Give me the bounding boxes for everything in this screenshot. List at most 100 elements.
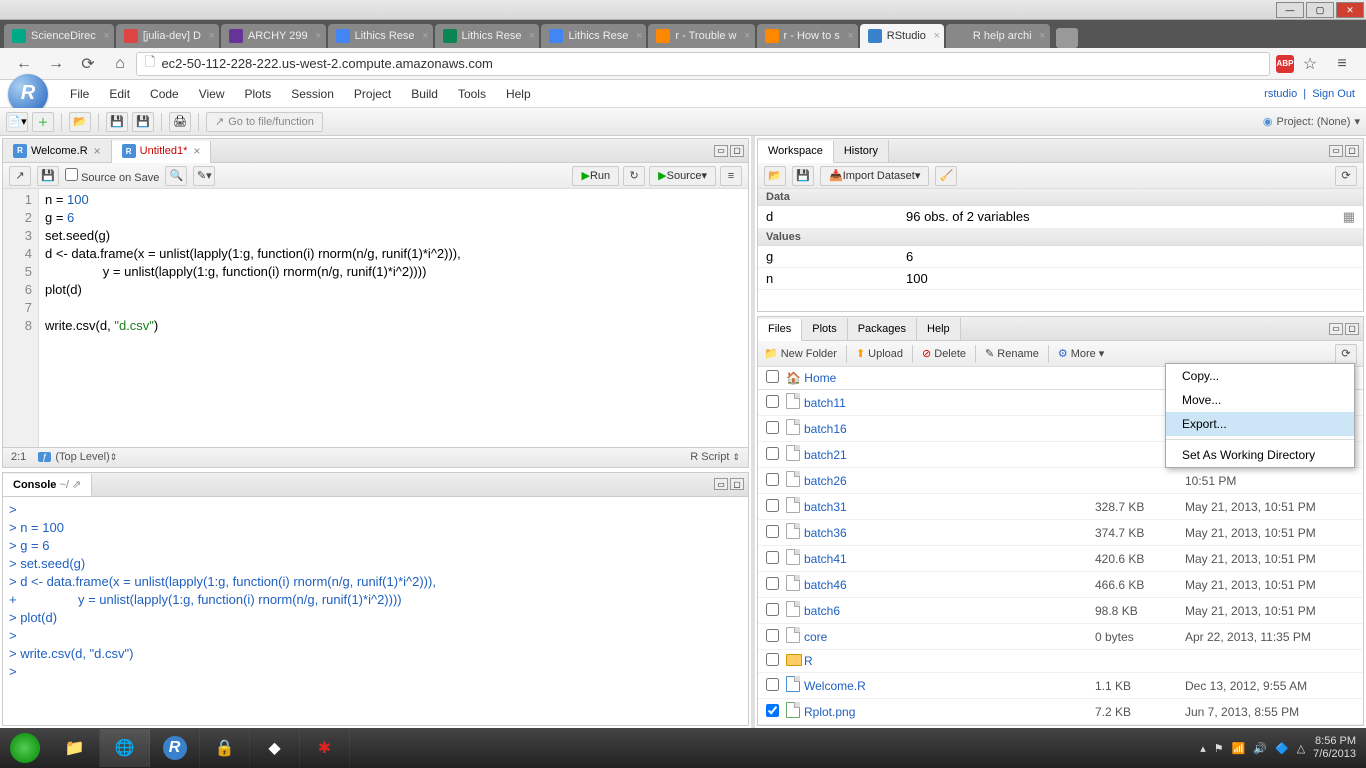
file-checkbox[interactable] — [766, 421, 779, 434]
goto-file-input[interactable]: ↗ Go to file/function — [206, 112, 323, 132]
tray-up-icon[interactable]: ▴ — [1200, 742, 1206, 755]
browser-tab[interactable]: ARCHY 299× — [221, 24, 326, 48]
run-button[interactable]: ▶ Run — [572, 166, 619, 186]
more-menu-item[interactable]: Set As Working Directory — [1166, 443, 1354, 467]
pane-minimize-icon[interactable]: ▭ — [1329, 145, 1343, 157]
back-button[interactable]: ← — [14, 54, 34, 74]
clear-workspace-button[interactable]: 🧹 — [935, 166, 957, 186]
new-tab-button[interactable] — [1056, 28, 1078, 48]
source-tab[interactable]: RWelcome.R× — [3, 140, 112, 162]
menu-help[interactable]: Help — [496, 87, 541, 101]
rstudio-link[interactable]: rstudio — [1264, 88, 1297, 100]
chrome-taskbar-icon[interactable]: 🌐 — [100, 729, 150, 767]
file-checkbox[interactable] — [766, 629, 779, 642]
new-file-button[interactable]: 📄▾ — [6, 112, 28, 132]
delete-button[interactable]: ⊘Delete — [922, 347, 966, 360]
pane-maximize-icon[interactable]: ▢ — [1345, 323, 1359, 335]
tab-packages[interactable]: Packages — [848, 318, 917, 340]
file-checkbox[interactable] — [766, 551, 779, 564]
tray-drive-icon[interactable]: △ — [1297, 742, 1305, 755]
more-button[interactable]: ⚙More▾ — [1058, 347, 1104, 360]
workspace-value-row[interactable]: g6 — [758, 246, 1363, 268]
workspace-value-row[interactable]: n100 — [758, 268, 1363, 290]
browser-tab[interactable]: Lithics Rese× — [328, 24, 433, 48]
pane-maximize-icon[interactable]: ▢ — [730, 145, 744, 157]
save-all-button[interactable]: 💾 — [132, 112, 154, 132]
file-checkbox[interactable] — [766, 704, 779, 717]
new-folder-button[interactable]: 📁New Folder — [764, 347, 837, 360]
file-name[interactable]: batch16 — [804, 422, 1095, 436]
explorer-taskbar-icon[interactable]: 📁 — [50, 729, 100, 767]
add-button[interactable]: ＋ — [32, 112, 54, 132]
file-name[interactable]: Rplot.png — [804, 705, 1095, 719]
file-row[interactable]: batch26 10:51 PM — [758, 468, 1363, 494]
home-icon[interactable]: 🏠 — [786, 371, 801, 385]
more-menu-item[interactable]: Move... — [1166, 388, 1354, 412]
file-checkbox[interactable] — [766, 525, 779, 538]
console-tab[interactable]: Console ~/ ⇗ — [3, 474, 92, 496]
pane-minimize-icon[interactable]: ▭ — [714, 145, 728, 157]
file-name[interactable]: batch26 — [804, 474, 1095, 488]
save-file-button[interactable]: 💾 — [37, 166, 59, 186]
file-name[interactable]: batch36 — [804, 526, 1095, 540]
file-name[interactable]: core — [804, 630, 1095, 644]
file-row[interactable]: Rplot.png 7.2 KB Jun 7, 2013, 8:55 PM — [758, 699, 1363, 725]
tray-flag-icon[interactable]: ⚑ — [1214, 742, 1224, 755]
file-name[interactable]: batch46 — [804, 578, 1095, 592]
file-row[interactable]: batch6 98.8 KB May 21, 2013, 10:51 PM — [758, 598, 1363, 624]
find-button[interactable]: 🔍 — [165, 166, 187, 186]
home-link[interactable]: Home — [804, 371, 836, 385]
pane-maximize-icon[interactable]: ▢ — [730, 478, 744, 490]
open-folder-button[interactable]: 📂 — [69, 112, 91, 132]
pane-maximize-icon[interactable]: ▢ — [1345, 145, 1359, 157]
address-bar[interactable]: 🗋 ec2-50-112-228-222.us-west-2.compute.a… — [136, 52, 1270, 76]
browser-tab[interactable]: r - How to s× — [757, 24, 858, 48]
more-menu-item[interactable]: Export... — [1166, 412, 1354, 436]
project-selector[interactable]: ◉ Project: (None) ▾ — [1263, 115, 1360, 128]
file-checkbox[interactable] — [766, 603, 779, 616]
file-checkbox[interactable] — [766, 577, 779, 590]
window-maximize-button[interactable]: ▢ — [1306, 2, 1334, 18]
wand-button[interactable]: ✎▾ — [193, 166, 215, 186]
inkscape-taskbar-icon[interactable]: ◆ — [250, 729, 300, 767]
file-checkbox[interactable] — [766, 499, 779, 512]
menu-edit[interactable]: Edit — [99, 87, 140, 101]
more-menu-item[interactable]: Copy... — [1166, 364, 1354, 388]
browser-tab[interactable]: Lithics Rese× — [435, 24, 540, 48]
tray-sync-icon[interactable]: 🔷 — [1275, 742, 1289, 755]
popout-button[interactable]: ↗ — [9, 166, 31, 186]
tray-volume-icon[interactable]: 🔊 — [1253, 742, 1267, 755]
sign-out-link[interactable]: Sign Out — [1312, 88, 1355, 100]
files-refresh-button[interactable]: ⟳ — [1335, 344, 1357, 364]
browser-tab[interactable]: r - Trouble w× — [648, 24, 754, 48]
abp-extension-icon[interactable]: ABP — [1276, 55, 1294, 73]
file-name[interactable]: batch6 — [804, 604, 1095, 618]
file-row[interactable]: batch46 466.6 KB May 21, 2013, 10:51 PM — [758, 572, 1363, 598]
file-name[interactable]: batch41 — [804, 552, 1095, 566]
rename-button[interactable]: ✎Rename — [985, 347, 1039, 360]
select-all-checkbox[interactable] — [766, 370, 779, 383]
file-row[interactable]: R — [758, 650, 1363, 673]
upload-button[interactable]: ⬆Upload — [856, 347, 903, 360]
file-row[interactable]: core 0 bytes Apr 22, 2013, 11:35 PM — [758, 624, 1363, 650]
menu-code[interactable]: Code — [140, 87, 189, 101]
file-name[interactable]: batch11 — [804, 396, 1095, 410]
menu-file[interactable]: File — [60, 87, 99, 101]
menu-view[interactable]: View — [189, 87, 235, 101]
browser-tab[interactable]: ScienceDirec× — [4, 24, 114, 48]
reload-button[interactable]: ⟳ — [78, 54, 98, 74]
app-taskbar-icon[interactable]: 🔒 — [200, 729, 250, 767]
code-editor[interactable]: 12345678 n = 100 g = 6 set.seed(g) d <- … — [3, 189, 748, 447]
menu-plots[interactable]: Plots — [235, 87, 282, 101]
file-checkbox[interactable] — [766, 395, 779, 408]
clock[interactable]: 8:56 PM 7/6/2013 — [1313, 735, 1356, 761]
tab-plots[interactable]: Plots — [802, 318, 847, 340]
file-checkbox[interactable] — [766, 473, 779, 486]
save-workspace-button[interactable]: 💾 — [792, 166, 814, 186]
print-button[interactable]: 🖨 — [169, 112, 191, 132]
browser-tab[interactable]: [julia-dev] D× — [116, 24, 219, 48]
app2-taskbar-icon[interactable]: ✱ — [300, 729, 350, 767]
tab-history[interactable]: History — [834, 140, 889, 162]
tab-workspace[interactable]: Workspace — [758, 141, 834, 163]
pane-minimize-icon[interactable]: ▭ — [714, 478, 728, 490]
